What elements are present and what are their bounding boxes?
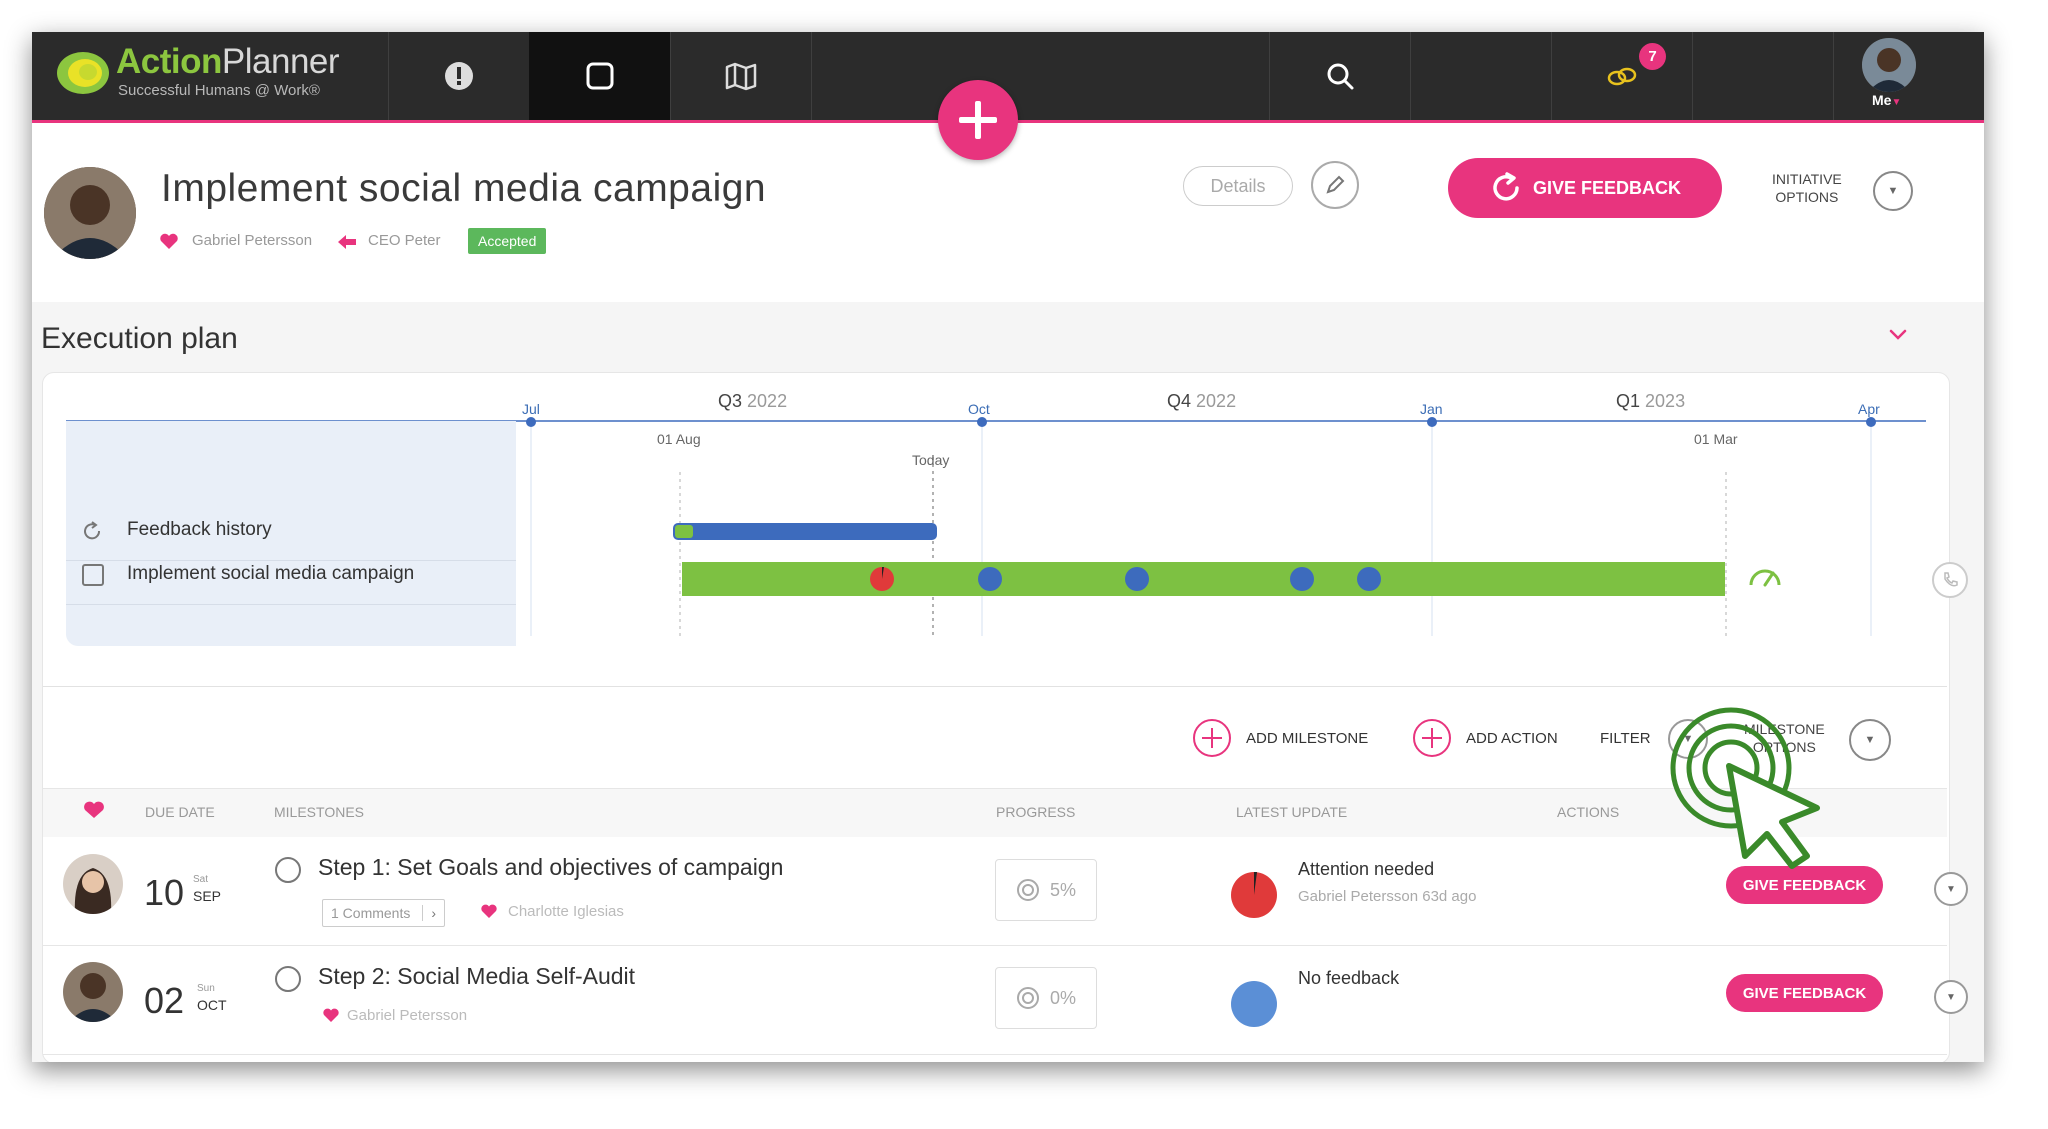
comments-count: 1 Comments bbox=[331, 905, 411, 921]
avatar[interactable] bbox=[63, 854, 123, 914]
avatar-image bbox=[63, 854, 123, 914]
due-weekday: Sat bbox=[193, 874, 209, 885]
add-action-button[interactable]: ADD ACTION bbox=[1466, 730, 1558, 747]
milestone-marker[interactable] bbox=[1290, 567, 1314, 591]
chevron-down-icon: ▼ bbox=[1946, 883, 1956, 895]
column-header-actions[interactable]: ACTIONS bbox=[1557, 804, 1619, 820]
column-header-milestones[interactable]: MILESTONES bbox=[274, 804, 364, 820]
feedback-history-bar[interactable] bbox=[673, 523, 937, 540]
latest-update-title: No feedback bbox=[1298, 968, 1400, 988]
milestone-marker[interactable] bbox=[978, 567, 1002, 591]
due-month: OCT bbox=[197, 997, 227, 1013]
due-day: 10 bbox=[144, 872, 185, 913]
feedback-history-start bbox=[675, 525, 693, 538]
gauge-icon bbox=[1749, 569, 1781, 587]
milestone-checkbox[interactable] bbox=[275, 966, 301, 992]
milestone-marker-red[interactable] bbox=[870, 567, 894, 591]
milestone-marker[interactable] bbox=[1357, 567, 1381, 591]
click-cursor-icon bbox=[1670, 707, 1820, 869]
progress-box[interactable]: 0% bbox=[995, 967, 1097, 1029]
column-header-latest-update[interactable]: LATEST UPDATE bbox=[1236, 804, 1347, 820]
milestone-marker[interactable] bbox=[1125, 567, 1149, 591]
avatar[interactable] bbox=[63, 962, 123, 1022]
column-header-due-date[interactable]: DUE DATE bbox=[145, 804, 215, 820]
progress-value: 0% bbox=[1049, 987, 1076, 1008]
avatar-image bbox=[63, 962, 123, 1022]
row-options-button[interactable]: ▼ bbox=[1934, 980, 1968, 1014]
progress-box[interactable]: 5% bbox=[995, 859, 1097, 921]
app-window: ActionPlanner Successful Humans @ Work® … bbox=[32, 32, 1984, 1062]
give-feedback-button[interactable]: GIVE FEEDBACK bbox=[1726, 974, 1883, 1012]
column-header-progress[interactable]: PROGRESS bbox=[996, 804, 1075, 820]
no-feedback-status-icon bbox=[1231, 981, 1277, 1027]
heart-icon bbox=[481, 904, 497, 918]
milestone-title[interactable]: Step 2: Social Media Self-Audit bbox=[318, 963, 635, 990]
phone-icon bbox=[1944, 572, 1958, 587]
section-divider bbox=[43, 686, 1947, 687]
milestone-owner[interactable]: Gabriel Petersson bbox=[347, 1007, 467, 1024]
add-milestone-icon[interactable] bbox=[1192, 718, 1232, 758]
target-icon bbox=[1016, 879, 1039, 901]
row-options-button[interactable]: ▼ bbox=[1934, 872, 1968, 906]
due-weekday: Sun bbox=[197, 983, 215, 994]
milestone-owner[interactable]: Charlotte Iglesias bbox=[508, 903, 624, 920]
heart-icon bbox=[323, 1008, 339, 1022]
due-day: 02 bbox=[144, 980, 185, 1021]
chevron-right-icon: › bbox=[422, 905, 436, 921]
filter-button[interactable]: FILTER bbox=[1600, 730, 1651, 747]
initiative-bar[interactable] bbox=[682, 562, 1725, 596]
milestone-title[interactable]: Step 1: Set Goals and objectives of camp… bbox=[318, 854, 783, 881]
chevron-down-icon: ▼ bbox=[1946, 991, 1956, 1003]
latest-update-title: Attention needed bbox=[1298, 859, 1435, 879]
target-icon bbox=[1016, 987, 1039, 1009]
milestone-checkbox[interactable] bbox=[275, 857, 301, 883]
attention-status-icon bbox=[1231, 872, 1277, 918]
progress-value: 5% bbox=[1049, 879, 1076, 900]
phone-button[interactable] bbox=[1932, 562, 1968, 598]
latest-update-meta: Gabriel Petersson 63d ago bbox=[1298, 888, 1477, 905]
due-month: SEP bbox=[193, 888, 222, 904]
heart-icon[interactable] bbox=[83, 800, 105, 820]
comments-button[interactable]: 1 Comments › bbox=[322, 899, 446, 927]
add-milestone-button[interactable]: ADD MILESTONE bbox=[1246, 730, 1368, 747]
add-action-icon[interactable] bbox=[1412, 718, 1452, 758]
